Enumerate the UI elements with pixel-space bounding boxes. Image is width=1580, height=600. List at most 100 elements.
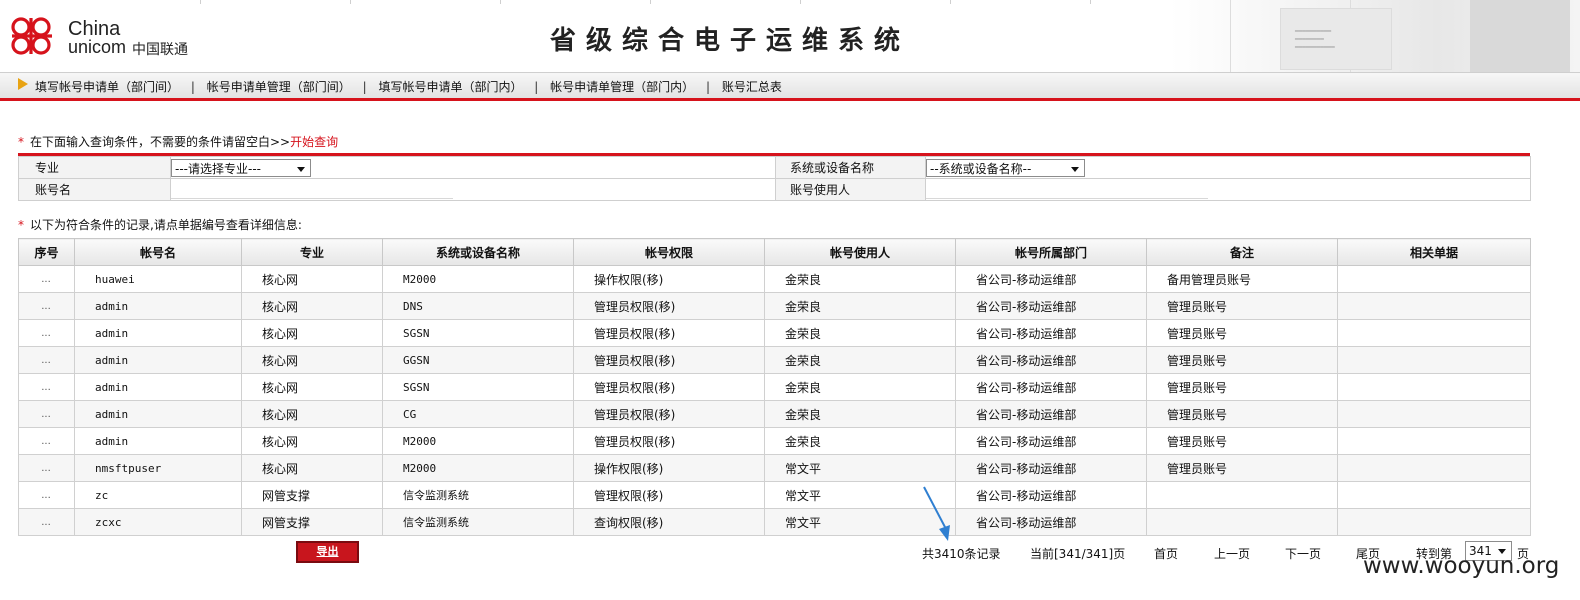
- column-header-seq[interactable]: 序号: [18, 238, 75, 266]
- cell-remarks: 管理员账号: [1146, 400, 1338, 428]
- system-title: 省级综合电子运维系统: [550, 26, 911, 56]
- cell-permission: 管理员权限(移): [573, 346, 765, 374]
- cell-system: SGSN: [382, 373, 574, 401]
- chevron-down-icon: [297, 166, 305, 172]
- column-header-system[interactable]: 系统或设备名称: [382, 238, 574, 266]
- current-page: 当前[341/341]页: [1030, 547, 1126, 561]
- cell-system: M2000: [382, 454, 574, 482]
- cell-seq[interactable]: ...: [18, 373, 75, 401]
- cell-seq[interactable]: ...: [18, 427, 75, 455]
- cell-department: 省公司-移动运维部: [955, 508, 1147, 536]
- results-hint-text: 以下为符合条件的记录,请点单据编号查看详细信息:: [30, 218, 302, 232]
- nav-item-fill-intra-dept[interactable]: 填写帐号申请单（部门内）: [378, 80, 522, 94]
- cell-related-docs: [1337, 481, 1531, 509]
- cell-system: SGSN: [382, 319, 574, 347]
- cell-seq[interactable]: ...: [18, 292, 75, 320]
- nav-item-account-summary[interactable]: 账号汇总表: [722, 80, 782, 94]
- cell-account: admin: [74, 292, 242, 320]
- nav-item-fill-inter-dept[interactable]: 填写帐号申请单（部门间）: [35, 80, 179, 94]
- cell-major: 核心网: [241, 427, 383, 455]
- cell-seq[interactable]: ...: [18, 346, 75, 374]
- cell-department: 省公司-移动运维部: [955, 265, 1147, 293]
- query-hint: * 在下面输入查询条件，不需要的条件请留空白>>开始查询: [18, 133, 338, 150]
- cell-permission: 操作权限(移): [573, 265, 765, 293]
- prev-page-link[interactable]: 上一页: [1214, 545, 1250, 562]
- cell-remarks: [1146, 481, 1338, 509]
- top-tick-marks: [0, 0, 1170, 4]
- cell-department: 省公司-移动运维部: [955, 481, 1147, 509]
- nav-item-manage-inter-dept[interactable]: 帐号申请单管理（部门间）: [207, 80, 351, 94]
- cell-permission: 管理员权限(移): [573, 400, 765, 428]
- cell-department: 省公司-移动运维部: [955, 373, 1147, 401]
- table-row: ... nmsftpuser 核心网 M2000 操作权限(移) 常文平 省公司-移动运维部…: [18, 454, 1531, 482]
- column-header-permission[interactable]: 帐号权限: [573, 238, 765, 266]
- nav-arrow-icon: [18, 78, 28, 90]
- cell-account: admin: [74, 346, 242, 374]
- cell-related-docs: [1337, 400, 1531, 428]
- cell-account: admin: [74, 400, 242, 428]
- cell-account: zc: [74, 481, 242, 509]
- nav-separator: |: [362, 80, 367, 94]
- cell-seq[interactable]: ...: [18, 454, 75, 482]
- table-row: ... admin 核心网 SGSN 管理员权限(移) 金荣良 省公司-移动运维部 管理员账号: [18, 319, 1531, 347]
- cell-permission: 查询权限(移): [573, 508, 765, 536]
- cell-permission: 管理员权限(移): [573, 292, 765, 320]
- nav-separator: |: [190, 80, 195, 94]
- cell-account: admin: [74, 427, 242, 455]
- annotation-arrow-icon: [923, 486, 950, 541]
- cell-remarks: 管理员账号: [1146, 427, 1338, 455]
- results-header-row: 序号 帐号名 专业 系统或设备名称 帐号权限 帐号使用人 帐号所属部门 备注 相…: [18, 238, 1531, 266]
- cell-seq[interactable]: ...: [18, 400, 75, 428]
- cell-department: 省公司-移动运维部: [955, 400, 1147, 428]
- system-select-value: --系统或设备名称--: [930, 161, 1032, 176]
- cell-major: 网管支撑: [241, 508, 383, 536]
- cell-user: 金荣良: [764, 346, 956, 374]
- column-header-department[interactable]: 帐号所属部门: [955, 238, 1147, 266]
- cell-seq[interactable]: ...: [18, 508, 75, 536]
- query-hint-text: 在下面输入查询条件，不需要的条件请留空白>>: [30, 135, 291, 149]
- cell-seq[interactable]: ...: [18, 319, 75, 347]
- cell-major: 核心网: [241, 346, 383, 374]
- cell-account: zcxc: [74, 508, 242, 536]
- cell-department: 省公司-移动运维部: [955, 427, 1147, 455]
- cell-related-docs: [1337, 292, 1531, 320]
- cell-remarks: 备用管理员账号: [1146, 265, 1338, 293]
- cell-major: 核心网: [241, 319, 383, 347]
- account-name-input[interactable]: [171, 180, 453, 199]
- cell-user: 常文平: [764, 454, 956, 482]
- cell-department: 省公司-移动运维部: [955, 454, 1147, 482]
- cell-related-docs: [1337, 427, 1531, 455]
- export-excel-button[interactable]: 导出EXCEL: [296, 541, 359, 576]
- account-user-input[interactable]: [926, 180, 1208, 199]
- cell-system: 信令监测系统: [382, 481, 574, 509]
- major-select-value: ---请选择专业---: [175, 161, 261, 176]
- cell-major: 核心网: [241, 265, 383, 293]
- table-row: ... admin 核心网 GGSN 管理员权限(移) 金荣良 省公司-移动运维部 管理员账号: [18, 346, 1531, 374]
- cell-system: GGSN: [382, 346, 574, 374]
- cell-permission: 管理员权限(移): [573, 373, 765, 401]
- system-select[interactable]: --系统或设备名称--: [926, 158, 1085, 177]
- next-page-link[interactable]: 下一页: [1285, 545, 1321, 562]
- nav-item-manage-intra-dept[interactable]: 帐号申请单管理（部门内）: [550, 80, 694, 94]
- column-header-major[interactable]: 专业: [241, 238, 383, 266]
- cell-permission: 管理员权限(移): [573, 427, 765, 455]
- cell-account: huawei: [74, 265, 242, 293]
- header-background-image: ━━━━━━━━━━ ━━━━━━━━ ━━━━━━━━━━━: [1170, 0, 1580, 72]
- column-header-account[interactable]: 帐号名: [74, 238, 242, 266]
- cell-major: 核心网: [241, 400, 383, 428]
- first-page-link[interactable]: 首页: [1154, 545, 1178, 562]
- brand-name-cn: 中国联通: [132, 42, 188, 58]
- start-query-link[interactable]: 开始查询: [290, 135, 338, 149]
- table-row: ... zc 网管支撑 信令监测系统 管理权限(移) 常文平 省公司-移动运维部: [18, 481, 1531, 509]
- cell-system: M2000: [382, 265, 574, 293]
- major-select[interactable]: ---请选择专业---: [171, 158, 311, 177]
- column-header-remarks[interactable]: 备注: [1146, 238, 1338, 266]
- query-form: 专业 ---请选择专业--- 系统或设备名称 --系统或设备名称-- 账号名 账…: [18, 156, 1531, 201]
- cell-system: 信令监测系统: [382, 508, 574, 536]
- column-header-user[interactable]: 帐号使用人: [764, 238, 956, 266]
- cell-permission: 管理员权限(移): [573, 319, 765, 347]
- column-header-related-docs[interactable]: 相关单据: [1337, 238, 1531, 266]
- cell-related-docs: [1337, 265, 1531, 293]
- cell-seq[interactable]: ...: [18, 265, 75, 293]
- cell-seq[interactable]: ...: [18, 481, 75, 509]
